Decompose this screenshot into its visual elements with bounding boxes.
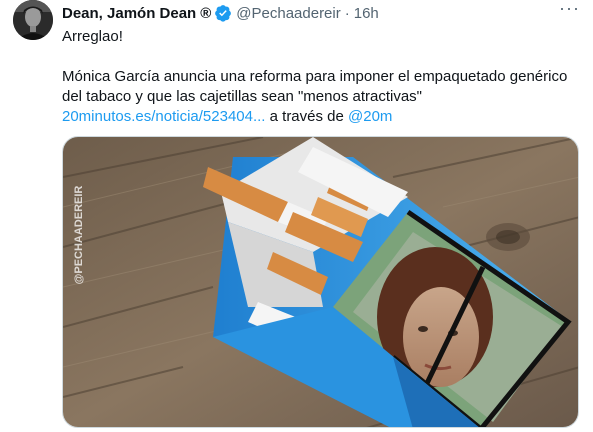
via-text: a través de [265, 108, 349, 125]
article-link[interactable]: 20minutos.es/noticia/523404... [62, 108, 265, 125]
tweet-line-3: 20minutos.es/noticia/523404... a través … [62, 107, 580, 127]
tweet-line-2: Mónica García anuncia una reforma para i… [62, 68, 568, 105]
tweet-media-image[interactable] [62, 136, 579, 428]
tweet-header: Dean, Jamón Dean ® @Pechaadereir · 16h [62, 3, 581, 23]
cigarette-pack-image [63, 137, 578, 427]
tweet-timestamp[interactable]: 16h [354, 5, 379, 22]
author-registered-mark: ® [200, 4, 212, 22]
avatar-photo [13, 0, 53, 40]
tweet: Dean, Jamón Dean ® @Pechaadereir · 16h ·… [0, 0, 593, 432]
author-name[interactable]: Dean, Jamón Dean [62, 5, 196, 22]
avatar[interactable] [13, 0, 53, 40]
separator-dot: · [344, 4, 350, 22]
more-options-icon[interactable]: ··· [559, 0, 579, 22]
tweet-text: Arreglao! Mónica García anuncia una refo… [62, 27, 580, 127]
watermark-text: @PECHAADEREIR [73, 186, 85, 285]
mention-link[interactable]: @20m [348, 108, 392, 125]
author-handle[interactable]: @Pechaadereir [236, 5, 340, 22]
verified-badge-icon[interactable] [214, 4, 232, 22]
tweet-line-1: Arreglao! [62, 28, 123, 45]
watermark: @PECHAADEREIR [73, 186, 85, 285]
